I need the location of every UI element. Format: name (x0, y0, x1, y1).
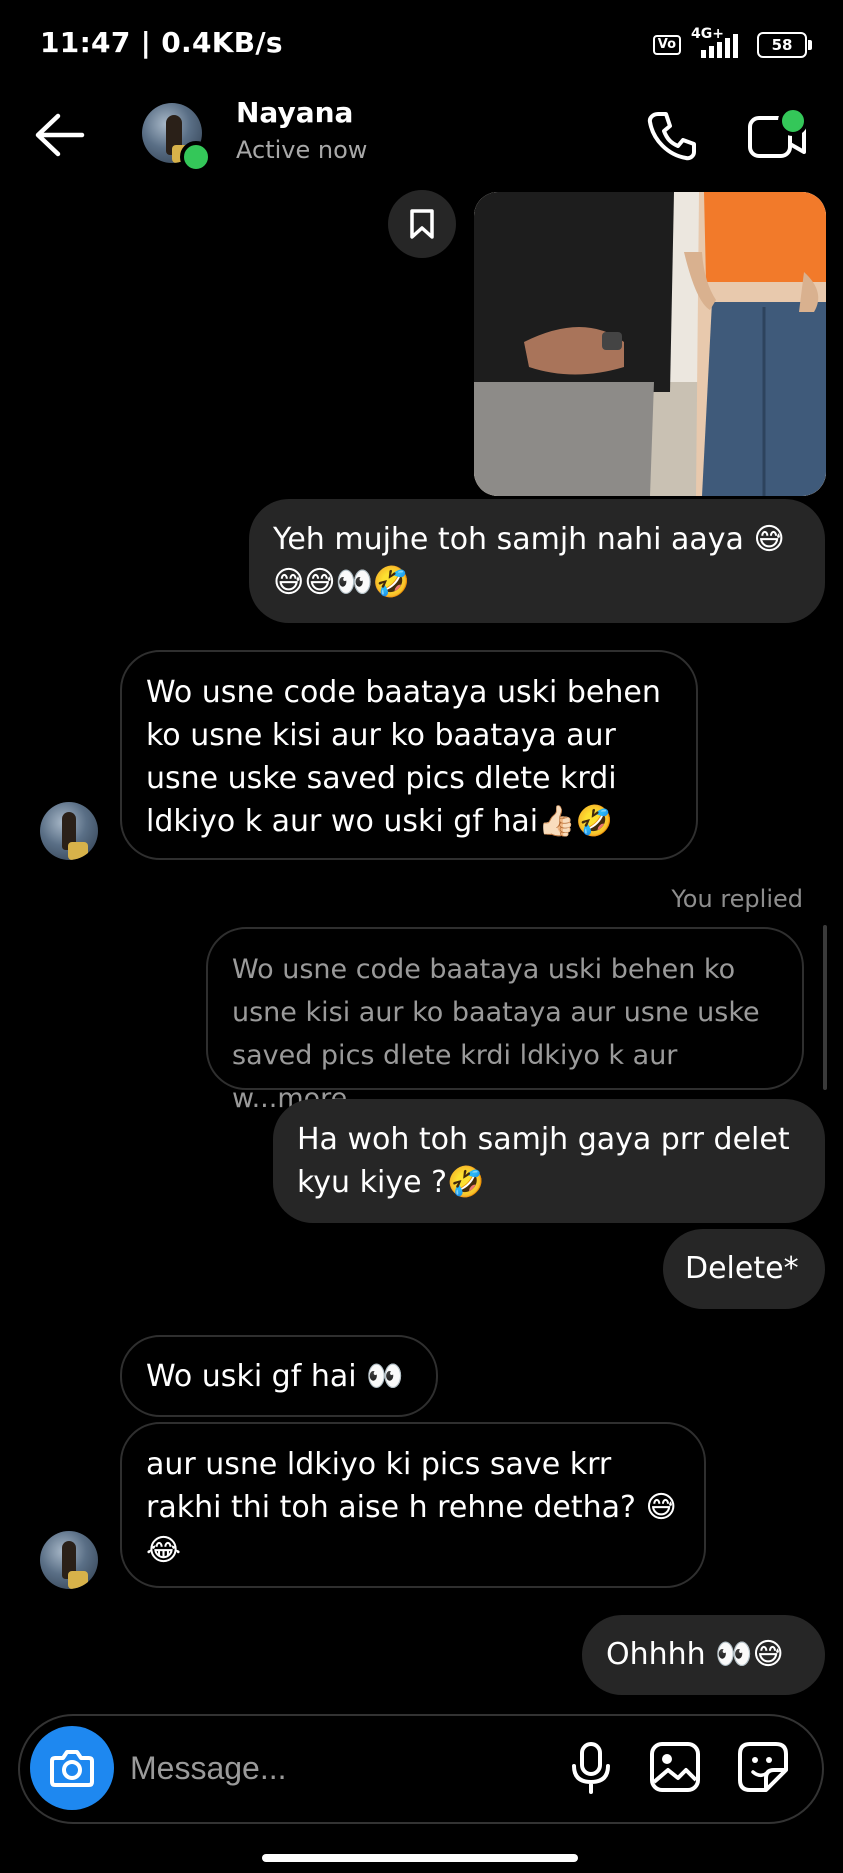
camera-icon (50, 1750, 94, 1787)
status-indicators: Vo 4G+ 58 (652, 26, 812, 60)
online-indicator (180, 141, 212, 173)
camera-button[interactable] (30, 1726, 114, 1810)
you-replied-label: You replied (671, 885, 803, 913)
gallery-icon[interactable] (648, 1740, 702, 1794)
message-input[interactable] (130, 1746, 550, 1790)
phone-icon[interactable] (644, 108, 700, 164)
incoming-message[interactable]: Wo usne code baataya uski behen ko usne … (120, 650, 698, 860)
contact-status: Active now (236, 136, 368, 164)
signal-icon: 4G+ (691, 26, 747, 60)
outgoing-message[interactable]: Ha woh toh samjh gaya prr delet kyu kiye… (273, 1099, 825, 1223)
status-time: 11:47 | 0.4KB/s (40, 26, 283, 59)
reply-preview[interactable]: Wo usne code baataya uski behen ko usne … (206, 927, 804, 1114)
incoming-message[interactable]: Wo uski gf hai 👀 (120, 1335, 438, 1417)
home-indicator[interactable] (262, 1854, 578, 1862)
battery-level: 58 (771, 36, 793, 54)
back-arrow-icon[interactable] (32, 110, 88, 160)
volte-badge: Vo (652, 35, 681, 55)
scrollbar[interactable] (823, 925, 827, 1090)
battery-icon: 58 (757, 32, 812, 58)
outgoing-message[interactable]: Delete* (663, 1229, 825, 1309)
shared-photo[interactable] (474, 192, 826, 496)
photo-content (474, 192, 826, 496)
incoming-message[interactable]: aur usne ldkiyo ki pics save krr rakhi t… (120, 1422, 706, 1588)
bookmark-button[interactable] (388, 190, 456, 258)
sticker-icon[interactable] (736, 1740, 790, 1794)
contact-name[interactable]: Nayana (236, 96, 353, 129)
bookmark-icon (410, 209, 434, 239)
outgoing-message[interactable]: Yeh mujhe toh samjh nahi aaya 😅 😅😅👀🤣 (249, 499, 825, 623)
microphone-icon[interactable] (566, 1740, 616, 1796)
outgoing-message[interactable]: Ohhhh 👀😅 (582, 1615, 825, 1695)
sender-avatar[interactable] (40, 1531, 98, 1589)
active-call-dot (778, 106, 808, 136)
sender-avatar[interactable] (40, 802, 98, 860)
